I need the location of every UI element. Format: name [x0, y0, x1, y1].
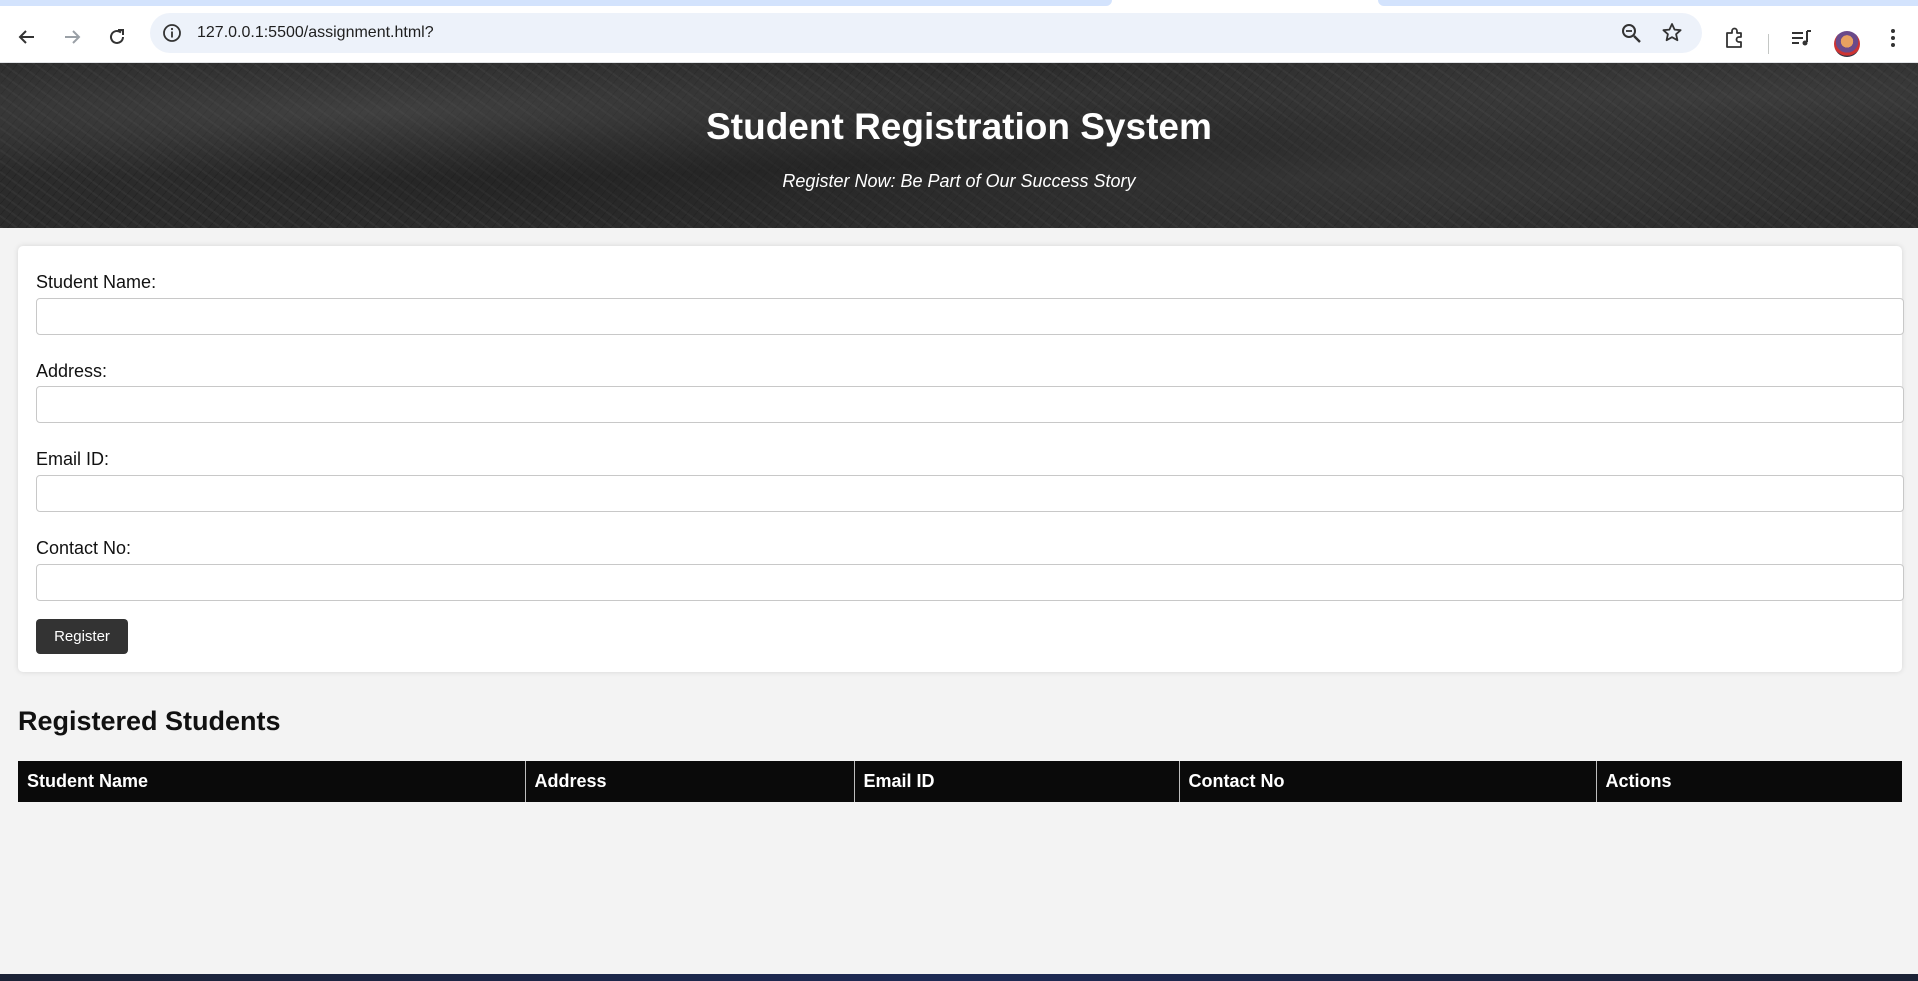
email-id-input[interactable]: [36, 475, 1904, 512]
students-table: Student Name Address Email ID Contact No…: [18, 761, 1902, 802]
browser-toolbar: 127.0.0.1:5500/assignment.html?: [0, 12, 1918, 63]
url-text[interactable]: 127.0.0.1:5500/assignment.html?: [197, 24, 434, 42]
column-header-actions: Actions: [1596, 761, 1902, 802]
column-header-address: Address: [525, 761, 855, 802]
contact-no-label: Contact No:: [36, 538, 132, 558]
column-header-email-id: Email ID: [854, 761, 1180, 802]
extensions-puzzle-icon[interactable]: [1722, 25, 1748, 51]
zoom-icon[interactable]: [1620, 22, 1642, 44]
back-arrow-icon[interactable]: [10, 20, 44, 54]
kebab-menu-icon[interactable]: [1880, 25, 1906, 51]
address-input[interactable]: [36, 386, 1904, 423]
forward-arrow-icon[interactable]: [55, 20, 89, 54]
email-id-label: Email ID:: [36, 449, 110, 469]
page-title: Student Registration System: [706, 106, 1212, 147]
tab-strip: [0, 0, 1918, 12]
register-button[interactable]: Register: [36, 619, 128, 654]
toolbar-divider: [1768, 34, 1769, 54]
page-subtitle: Register Now: Be Part of Our Success Sto…: [782, 171, 1136, 191]
registered-students-heading: Registered Students: [18, 706, 281, 736]
bookmark-star-icon[interactable]: [1660, 21, 1684, 45]
tab-right[interactable]: [1378, 0, 1918, 6]
address-bar[interactable]: 127.0.0.1:5500/assignment.html?: [150, 13, 1702, 53]
registration-form: Student Name: Address: Email ID: Contact…: [18, 246, 1904, 672]
column-header-student-name: Student Name: [18, 761, 526, 802]
profile-avatar[interactable]: [1834, 31, 1860, 57]
page-header-banner: Student Registration System Register Now…: [0, 63, 1918, 228]
student-name-label: Student Name:: [36, 272, 157, 292]
reload-icon[interactable]: [100, 20, 134, 54]
site-info-icon[interactable]: [162, 23, 182, 43]
column-header-contact-no: Contact No: [1179, 761, 1597, 802]
os-taskbar-edge: [0, 974, 1918, 981]
media-playlist-icon[interactable]: [1788, 25, 1814, 51]
table-header-row: Student Name Address Email ID Contact No…: [18, 761, 1902, 802]
contact-no-input[interactable]: [36, 564, 1904, 601]
student-name-input[interactable]: [36, 298, 1904, 335]
tab-left[interactable]: [0, 0, 1112, 6]
address-label: Address:: [36, 361, 108, 381]
